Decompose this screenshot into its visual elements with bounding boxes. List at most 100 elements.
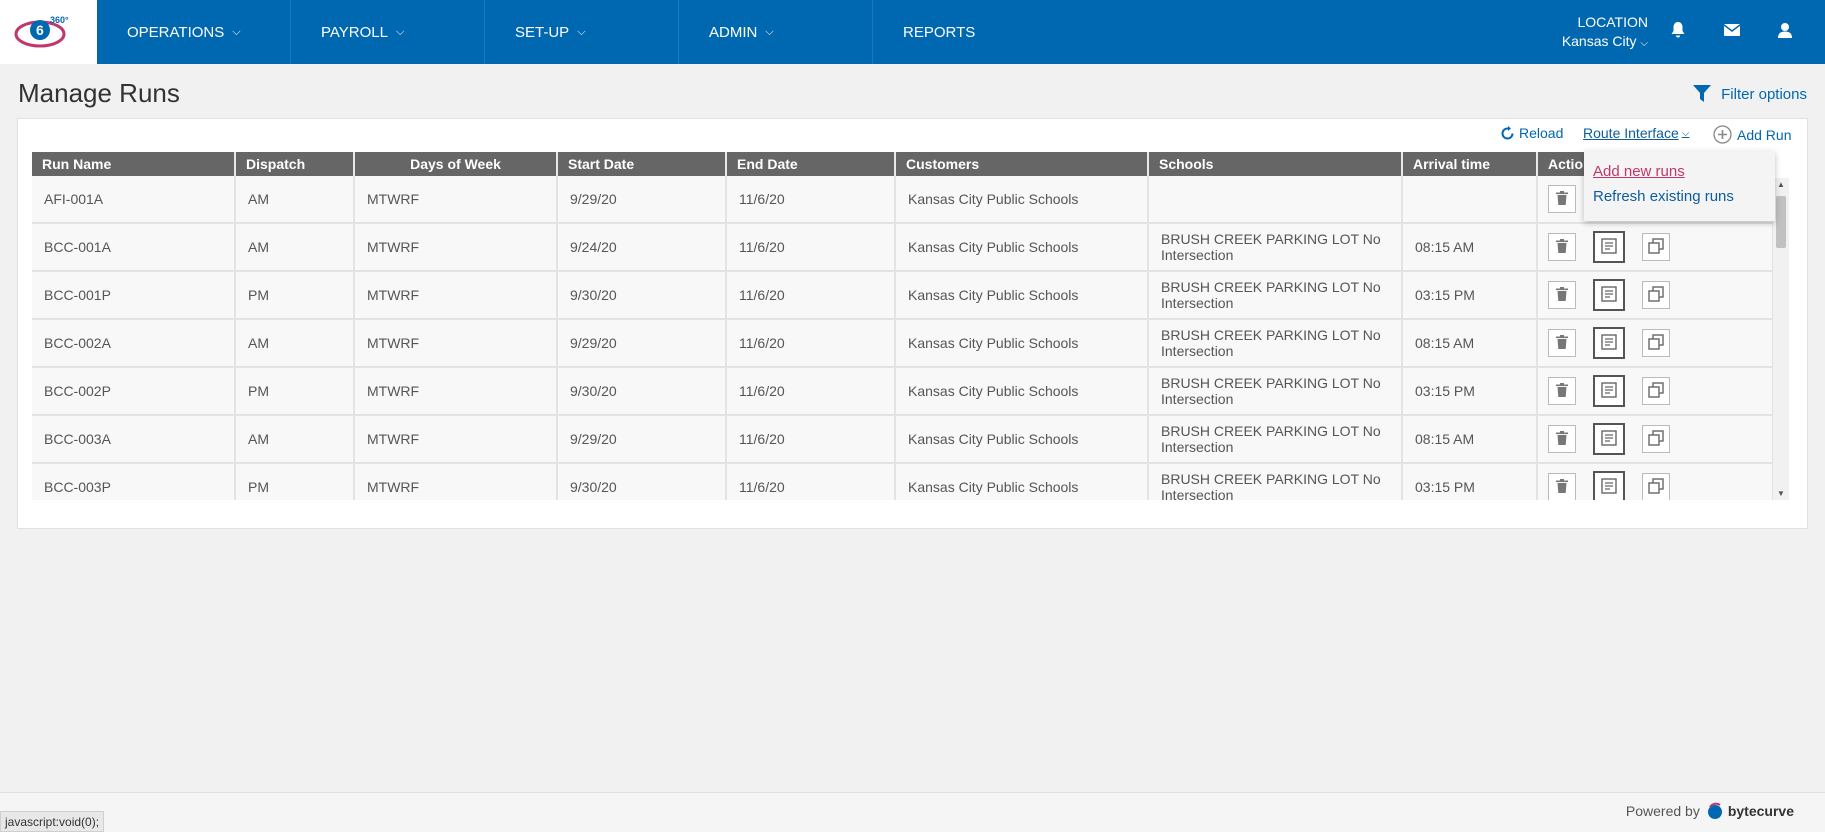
trash-icon xyxy=(1556,334,1568,352)
school-cell: BRUSH CREEK PARKING LOT No Intersection xyxy=(1149,320,1403,368)
nav-operations-label: OPERATIONS xyxy=(127,23,225,41)
svg-text:6: 6 xyxy=(36,22,44,38)
days-of-week-cell: MTWRF xyxy=(355,464,558,500)
user-icon[interactable] xyxy=(1774,19,1796,41)
delete-run-button[interactable] xyxy=(1548,425,1576,453)
nav-payroll[interactable]: PAYROLL ⌵ xyxy=(291,0,484,64)
copy-icon xyxy=(1648,477,1664,497)
run-notes-button[interactable] xyxy=(1593,327,1625,359)
copy-run-button[interactable] xyxy=(1642,425,1670,453)
trash-icon xyxy=(1556,286,1568,304)
app-logo[interactable]: 6 360° xyxy=(0,0,97,64)
nav-setup-label: SET-UP xyxy=(515,23,570,41)
top-navbar: 6 360° OPERATIONS ⌵ PAYROLL ⌵ SET-UP ⌵ A… xyxy=(0,0,1825,64)
table-row[interactable]: BCC-002P PM MTWRF 9/30/20 11/6/20 Kansas City… xyxy=(32,368,1774,416)
table-scrollbar[interactable]: ▲ ▼ xyxy=(1773,178,1789,500)
customer-cell: Kansas City Public Schools xyxy=(896,272,1149,320)
column-header[interactable]: Customers xyxy=(896,152,1149,176)
delete-run-button[interactable] xyxy=(1548,473,1576,500)
table-row[interactable]: BCC-003A AM MTWRF 9/29/20 11/6/20 Kansas City… xyxy=(32,416,1774,464)
route-interface-dropdown[interactable]: Route Interface ⌵ xyxy=(1583,125,1689,141)
scrollbar-thumb[interactable] xyxy=(1776,196,1786,248)
arrival-time-cell: 08:15 AM xyxy=(1403,416,1538,464)
column-header[interactable]: Days of Week xyxy=(355,152,558,176)
column-header[interactable]: Start Date xyxy=(558,152,727,176)
run-notes-button[interactable] xyxy=(1593,279,1625,311)
run-name-cell: BCC-001P xyxy=(32,272,236,320)
nav-setup[interactable]: SET-UP ⌵ xyxy=(485,0,678,64)
route-interface-menu: Add new runs Refresh existing runs xyxy=(1584,151,1775,221)
copy-run-button[interactable] xyxy=(1642,281,1670,309)
reload-button[interactable]: Reload xyxy=(1500,125,1563,141)
run-notes-button[interactable] xyxy=(1593,375,1625,407)
dispatch-cell: PM xyxy=(236,464,355,500)
table-row[interactable]: BCC-003P PM MTWRF 9/30/20 11/6/20 Kansas City… xyxy=(32,464,1774,500)
add-new-runs-menu-item[interactable]: Add new runs xyxy=(1593,163,1775,180)
dispatch-cell: PM xyxy=(236,272,355,320)
add-run-button[interactable]: Add Run xyxy=(1713,125,1791,144)
start-date-cell: 9/29/20 xyxy=(558,416,727,464)
copy-run-button[interactable] xyxy=(1642,473,1670,500)
table-header-row: Run Name Dispatch Days of Week Start Dat… xyxy=(32,152,1774,176)
runs-table: Run Name Dispatch Days of Week Start Dat… xyxy=(32,152,1774,500)
bell-icon[interactable] xyxy=(1667,19,1689,41)
table-row[interactable]: BCC-001P PM MTWRF 9/30/20 11/6/20 Kansas City… xyxy=(32,272,1774,320)
status-bar-url: javascript:void(0); xyxy=(0,811,105,832)
run-notes-button[interactable] xyxy=(1593,231,1625,263)
nav-admin-label: ADMIN xyxy=(709,23,758,41)
nav-reports[interactable]: REPORTS xyxy=(873,0,1066,64)
delete-run-button[interactable] xyxy=(1548,329,1576,357)
column-header[interactable]: Dispatch xyxy=(236,152,355,176)
table-row[interactable]: BCC-002A AM MTWRF 9/29/20 11/6/20 Kansas City… xyxy=(32,320,1774,368)
start-date-cell: 9/30/20 xyxy=(558,368,727,416)
copy-run-button[interactable] xyxy=(1642,377,1670,405)
delete-run-button[interactable] xyxy=(1548,233,1576,261)
nav-admin[interactable]: ADMIN ⌵ xyxy=(679,0,872,64)
run-notes-button[interactable] xyxy=(1593,471,1625,500)
filter-options-label: Filter options xyxy=(1721,85,1807,103)
table-row[interactable]: AFI-001A AM MTWRF 9/29/20 11/6/20 Kansas City… xyxy=(32,176,1774,224)
location-value[interactable]: Kansas City ⌵ xyxy=(1562,32,1648,53)
copy-run-button[interactable] xyxy=(1642,233,1670,261)
brand-name: bytecurve xyxy=(1727,803,1794,819)
delete-run-button[interactable] xyxy=(1548,281,1576,309)
run-name-cell: BCC-002P xyxy=(32,368,236,416)
mail-icon[interactable] xyxy=(1721,19,1743,41)
logo-icon: 6 360° xyxy=(14,15,69,48)
arrival-time-cell xyxy=(1403,176,1538,224)
column-header[interactable]: Run Name xyxy=(32,152,236,176)
start-date-cell: 9/24/20 xyxy=(558,224,727,272)
column-header[interactable]: End Date xyxy=(727,152,896,176)
scroll-down-arrow-icon[interactable]: ▼ xyxy=(1777,489,1785,498)
dispatch-cell: AM xyxy=(236,224,355,272)
location-selector[interactable]: LOCATION Kansas City ⌵ xyxy=(1562,13,1648,53)
copy-icon xyxy=(1648,381,1664,401)
customer-cell: Kansas City Public Schools xyxy=(896,224,1149,272)
plus-circle-icon xyxy=(1713,125,1732,144)
filter-options-button[interactable]: Filter options xyxy=(1693,85,1807,103)
end-date-cell: 11/6/20 xyxy=(727,320,896,368)
actions-cell xyxy=(1538,416,1774,464)
start-date-cell: 9/29/20 xyxy=(558,320,727,368)
refresh-existing-runs-menu-item[interactable]: Refresh existing runs xyxy=(1593,188,1775,205)
scroll-up-arrow-icon[interactable]: ▲ xyxy=(1777,180,1785,189)
trash-icon xyxy=(1556,430,1568,448)
delete-run-button[interactable] xyxy=(1548,377,1576,405)
school-cell: BRUSH CREEK PARKING LOT No Intersection xyxy=(1149,272,1403,320)
column-header[interactable]: Arrival time xyxy=(1403,152,1538,176)
filter-icon xyxy=(1693,85,1712,102)
run-notes-button[interactable] xyxy=(1593,423,1625,455)
copy-run-button[interactable] xyxy=(1642,329,1670,357)
notes-icon xyxy=(1601,333,1617,353)
runs-table-container[interactable]: Run Name Dispatch Days of Week Start Dat… xyxy=(32,152,1790,500)
run-name-cell: BCC-002A xyxy=(32,320,236,368)
end-date-cell: 11/6/20 xyxy=(727,368,896,416)
table-row[interactable]: BCC-001A AM MTWRF 9/24/20 11/6/20 Kansas City… xyxy=(32,224,1774,272)
actions-cell xyxy=(1538,464,1774,500)
copy-icon xyxy=(1648,237,1664,257)
chevron-down-icon: ⌵ xyxy=(1640,38,1648,49)
delete-run-button[interactable] xyxy=(1548,185,1576,213)
actions-cell xyxy=(1538,368,1774,416)
column-header[interactable]: Schools xyxy=(1149,152,1403,176)
nav-operations[interactable]: OPERATIONS ⌵ xyxy=(97,0,290,64)
